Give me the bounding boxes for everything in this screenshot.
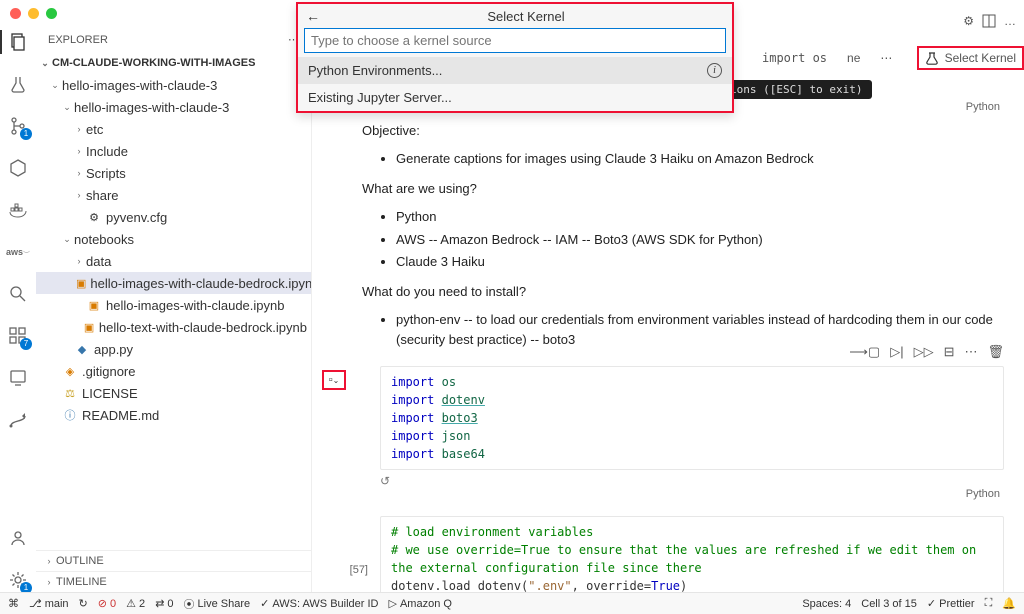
cell-position[interactable]: Cell 3 of 15 — [861, 598, 917, 610]
code-cell[interactable]: [57] # load environment variables # we u… — [332, 516, 1004, 592]
maximize-window[interactable] — [46, 8, 57, 19]
python-icon: ◆ — [74, 343, 90, 356]
bell-icon[interactable]: 🔔 — [1002, 597, 1016, 610]
aws-icon[interactable]: aws — [6, 240, 30, 264]
indentation-status[interactable]: Spaces: 4 — [802, 598, 851, 610]
execute-below-icon[interactable]: ▷▷ — [914, 344, 934, 360]
project-root[interactable]: ⌄CM-CLAUDE-WORKING-WITH-IMAGES — [36, 52, 311, 74]
timeline-section[interactable]: ›TIMELINE — [36, 571, 311, 592]
extensions-icon[interactable]: 7 — [6, 324, 30, 348]
license-icon: ⚖ — [62, 387, 78, 400]
kernel-option-jupyter-server[interactable]: Existing Jupyter Server... — [298, 84, 732, 111]
activity-bar: 1 aws 7 1 — [0, 25, 36, 592]
cell-history-icon[interactable]: ↺ — [380, 474, 1004, 488]
sync-icon[interactable]: ↻ — [79, 597, 88, 610]
aws-status[interactable]: ✓ AWS: AWS Builder ID — [260, 597, 378, 610]
toolbar-item[interactable]: import os — [762, 51, 827, 65]
notebook-icon: ▣ — [76, 277, 86, 290]
search-icon[interactable] — [6, 282, 30, 306]
code-cell[interactable]: ▫ ⌄ ⟶▢ ▷| ▷▷ ⊟ ⋯ 🗑 import os import dote… — [332, 366, 1004, 470]
account-icon[interactable] — [6, 526, 30, 550]
outline-section[interactable]: ›OUTLINE — [36, 550, 311, 571]
file-notebook[interactable]: ▣hello-images-with-claude.ipynb — [36, 294, 311, 316]
kernel-picker: ← Select Kernel Python Environments... i… — [296, 2, 734, 113]
beaker-icon[interactable] — [6, 72, 30, 96]
remote-icon[interactable]: ⌘ — [8, 597, 19, 610]
window-controls — [10, 8, 57, 19]
folder[interactable]: ⌄notebooks — [36, 228, 311, 250]
file-python[interactable]: ◆app.py — [36, 338, 311, 360]
branch-status[interactable]: ⎇ main — [29, 597, 69, 610]
sidebar: EXPLORER ⋯ ⌄CM-CLAUDE-WORKING-WITH-IMAGE… — [36, 25, 312, 592]
markdown-cell[interactable]: Objective: Generate captions for images … — [362, 121, 1004, 350]
problems-errors[interactable]: ⊘ 0 — [98, 597, 116, 610]
kernel-picker-title: Select Kernel — [328, 9, 724, 24]
settings-icon[interactable]: ⚙ — [963, 14, 974, 28]
git-icon: ◈ — [62, 365, 78, 378]
explorer-icon[interactable] — [6, 30, 30, 54]
run-by-line-icon[interactable]: ⟶▢ — [849, 344, 880, 360]
source-control-icon[interactable]: 1 — [6, 114, 30, 138]
minimize-window[interactable] — [28, 8, 39, 19]
file-tree: ⌄CM-CLAUDE-WORKING-WITH-IMAGES ⌄hello-im… — [36, 52, 311, 550]
folder[interactable]: ›share — [36, 184, 311, 206]
amazon-q-status[interactable]: ▷ Amazon Q — [389, 597, 452, 610]
more-icon[interactable]: … — [1004, 14, 1016, 28]
notebook-content[interactable]: Amazon Q Tip 1/3: Start typing to get su… — [312, 80, 1024, 592]
info-icon[interactable]: i — [707, 63, 722, 78]
file-notebook[interactable]: ▣hello-images-with-claude-bedrock.ipynb — [36, 272, 311, 294]
notebook-icon: ▣ — [86, 299, 102, 312]
route-icon[interactable] — [6, 408, 30, 432]
info-icon: ⓘ — [62, 407, 78, 423]
folder[interactable]: ›data — [36, 250, 311, 272]
ports-status[interactable]: ⇄ 0 — [155, 597, 173, 610]
split-cell-icon[interactable]: ⊟ — [944, 344, 955, 360]
feedback-icon[interactable]: ⛶ — [985, 597, 993, 610]
cell-actions: ⟶▢ ▷| ▷▷ ⊟ ⋯ 🗑 — [849, 344, 1004, 360]
remote-explorer-icon[interactable] — [6, 366, 30, 390]
folder[interactable]: ⌄hello-images-with-claude-3 — [36, 96, 311, 118]
toolbar-item[interactable]: ne — [847, 51, 860, 65]
explorer-title: EXPLORER — [48, 34, 108, 46]
more-icon[interactable]: ⋯ — [880, 51, 892, 65]
file[interactable]: ⚙pyvenv.cfg — [36, 206, 311, 228]
delete-cell-icon[interactable]: 🗑 — [987, 344, 1004, 360]
select-kernel-button[interactable]: Select Kernel — [917, 46, 1024, 70]
beaker-icon — [925, 51, 939, 65]
file[interactable]: ⓘREADME.md — [36, 404, 311, 426]
execute-above-icon[interactable]: ▷| — [890, 344, 903, 360]
folder[interactable]: ›etc — [36, 118, 311, 140]
live-share-status[interactable]: ⦿ Live Share — [184, 596, 251, 612]
run-cell-button[interactable]: ▫ ⌄ — [322, 370, 346, 390]
hexagon-icon[interactable] — [6, 156, 30, 180]
file[interactable]: ◈.gitignore — [36, 360, 311, 382]
scm-badge: 1 — [20, 128, 32, 140]
close-window[interactable] — [10, 8, 21, 19]
file[interactable]: ⚖LICENSE — [36, 382, 311, 404]
kernel-option-python-env[interactable]: Python Environments... i — [298, 57, 732, 84]
notebook-icon: ▣ — [83, 321, 95, 334]
docker-icon[interactable] — [6, 198, 30, 222]
extensions-badge: 7 — [20, 338, 32, 350]
back-arrow-icon[interactable]: ← — [306, 8, 320, 24]
execution-count: [57] — [326, 564, 368, 576]
folder[interactable]: ⌄hello-images-with-claude-3 — [36, 74, 311, 96]
file-notebook[interactable]: ▣hello-text-with-claude-bedrock.ipynb — [36, 316, 311, 338]
folder[interactable]: ›Scripts — [36, 162, 311, 184]
more-icon[interactable]: ⋯ — [964, 344, 977, 360]
status-bar: ⌘ ⎇ main ↻ ⊘ 0 ⚠ 2 ⇄ 0 ⦿ Live Share ✓ AW… — [0, 592, 1024, 614]
cell-language[interactable]: Python — [332, 488, 1004, 500]
folder[interactable]: ›Include — [36, 140, 311, 162]
split-icon[interactable] — [982, 14, 996, 28]
problems-warnings[interactable]: ⚠ 2 — [126, 597, 145, 610]
gear-icon: ⚙ — [86, 211, 102, 224]
kernel-source-input[interactable] — [304, 28, 726, 53]
settings-gear-icon[interactable]: 1 — [6, 568, 30, 592]
prettier-status[interactable]: ✓ Prettier — [927, 597, 975, 610]
